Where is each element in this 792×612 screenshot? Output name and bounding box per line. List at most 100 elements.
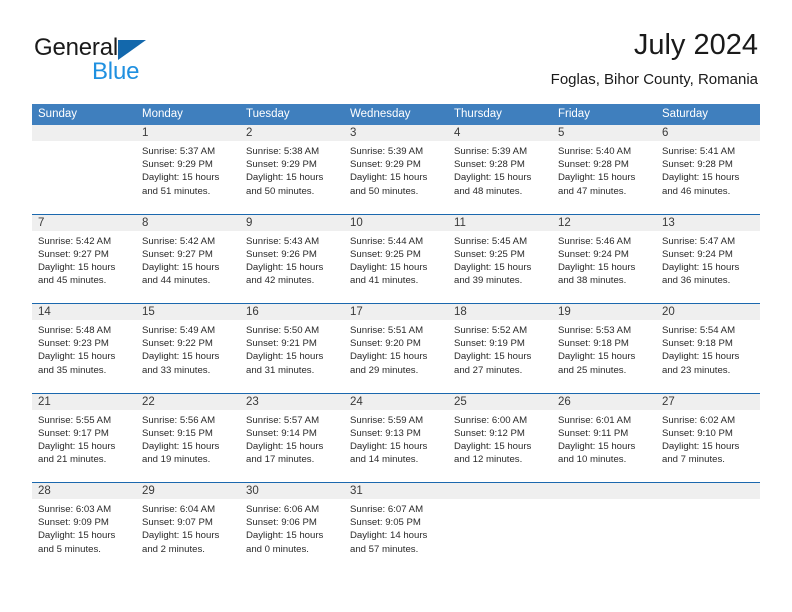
- week-cells: 21 Sunrise: 5:55 AM Sunset: 9:17 PM Dayligh…: [32, 393, 760, 482]
- day-cell[interactable]: 14 Sunrise: 5:48 AM Sunset: 9:23 PM Dayligh…: [32, 304, 136, 393]
- day-detail-line: Daylight: 15 hours: [350, 172, 428, 184]
- day-cell[interactable]: 16 Sunrise: 5:50 AM Sunset: 9:21 PM Dayligh…: [240, 304, 344, 393]
- day-details: Sunrise: 5:59 AM Sunset: 9:13 PM Daylight:…: [344, 410, 448, 467]
- day-cell[interactable]: 30 Sunrise: 6:06 AM Sunset: 9:06 PM Dayligh…: [240, 483, 344, 572]
- day-number: 20: [662, 306, 675, 318]
- day-number-band: 2: [240, 125, 344, 141]
- day-details: Sunrise: 5:47 AM Sunset: 9:24 PM Daylight:…: [656, 231, 760, 288]
- day-details: [448, 499, 552, 503]
- day-details: Sunrise: 5:37 AM Sunset: 9:29 PM Daylight:…: [136, 141, 240, 198]
- day-detail-line: Daylight: 15 hours: [454, 172, 532, 184]
- day-detail-line: Sunset: 9:25 PM: [350, 248, 421, 260]
- day-cell[interactable]: 5 Sunrise: 5:40 AM Sunset: 9:28 PM Daylight…: [552, 125, 656, 214]
- day-detail-line: Daylight: 15 hours: [142, 261, 220, 273]
- day-number: 24: [350, 395, 363, 408]
- day-cell[interactable]: 11 Sunrise: 5:45 AM Sunset: 9:25 PM Dayligh…: [448, 214, 552, 303]
- day-details: Sunrise: 5:49 AM Sunset: 9:22 PM Daylight:…: [136, 320, 240, 377]
- day-detail-line: Daylight: 15 hours: [662, 351, 740, 363]
- day-number: 2: [246, 127, 253, 139]
- day-cell[interactable]: 22 Sunrise: 5:56 AM Sunset: 9:15 PM Dayligh…: [136, 393, 240, 482]
- day-cell[interactable]: 23 Sunrise: 5:57 AM Sunset: 9:14 PM Dayligh…: [240, 393, 344, 482]
- day-detail-line: and 35 minutes.: [38, 364, 107, 376]
- page-subtitle: Foglas, Bihor County, Romania: [550, 71, 758, 88]
- day-cell[interactable]: 17 Sunrise: 5:51 AM Sunset: 9:20 PM Dayligh…: [344, 304, 448, 393]
- day-detail-line: and 10 minutes.: [558, 454, 627, 466]
- day-cell[interactable]: 21 Sunrise: 5:55 AM Sunset: 9:17 PM Dayligh…: [32, 393, 136, 482]
- day-cell[interactable]: 3 Sunrise: 5:39 AM Sunset: 9:29 PM Daylight…: [344, 125, 448, 214]
- day-detail-line: Sunrise: 5:51 AM: [350, 325, 424, 336]
- day-cell[interactable]: 6 Sunrise: 5:41 AM Sunset: 9:28 PM Daylight…: [656, 125, 760, 214]
- day-cell[interactable]: 24 Sunrise: 5:59 AM Sunset: 9:13 PM Dayligh…: [344, 393, 448, 482]
- day-details: Sunrise: 5:40 AM Sunset: 9:28 PM Daylight:…: [552, 141, 656, 198]
- day-detail-line: Sunrise: 5:42 AM: [38, 235, 112, 247]
- day-detail-line: Sunset: 9:23 PM: [38, 338, 109, 350]
- day-cell[interactable]: 28 Sunrise: 6:03 AM Sunset: 9:09 PM Dayligh…: [32, 483, 136, 572]
- day-detail-line: Daylight: 15 hours: [38, 530, 116, 542]
- day-cell[interactable]: 4 Sunrise: 5:39 AM Sunset: 9:28 PM Daylight…: [448, 125, 552, 214]
- day-detail-line: Sunset: 9:27 PM: [142, 248, 213, 260]
- day-number-band: 27: [656, 393, 760, 410]
- day-number-band: 16: [240, 304, 344, 320]
- day-number-band: [32, 125, 136, 141]
- day-detail-line: Daylight: 15 hours: [558, 261, 636, 273]
- day-cell[interactable]: 13 Sunrise: 5:47 AM Sunset: 9:24 PM Dayligh…: [656, 214, 760, 303]
- day-number: 13: [662, 216, 675, 229]
- day-detail-line: Daylight: 15 hours: [350, 440, 428, 452]
- day-cell[interactable]: 10 Sunrise: 5:44 AM Sunset: 9:25 PM Dayligh…: [344, 214, 448, 303]
- day-cell[interactable]: 7 Sunrise: 5:42 AM Sunset: 9:27 PM Daylight…: [32, 214, 136, 303]
- day-cell[interactable]: 31 Sunrise: 6:07 AM Sunset: 9:05 PM Dayligh…: [344, 483, 448, 572]
- day-cell[interactable]: 8 Sunrise: 5:42 AM Sunset: 9:27 PM Daylight…: [136, 214, 240, 303]
- day-detail-line: Sunset: 9:24 PM: [558, 248, 629, 260]
- day-detail-line: Sunset: 9:25 PM: [454, 248, 525, 260]
- day-detail-line: and 21 minutes.: [38, 454, 107, 466]
- day-cell[interactable]: 29 Sunrise: 6:04 AM Sunset: 9:07 PM Dayligh…: [136, 483, 240, 572]
- day-number-band: 11: [448, 214, 552, 231]
- day-cell[interactable]: 26 Sunrise: 6:01 AM Sunset: 9:11 PM Dayligh…: [552, 393, 656, 482]
- day-details: Sunrise: 6:01 AM Sunset: 9:11 PM Daylight:…: [552, 410, 656, 467]
- day-detail-line: and 31 minutes.: [246, 364, 315, 376]
- day-number: 16: [246, 306, 259, 318]
- day-detail-line: Daylight: 15 hours: [558, 172, 636, 184]
- day-number-band: 4: [448, 125, 552, 141]
- page-header: General Blue July 2024 Foglas, Bihor Cou…: [0, 0, 792, 104]
- day-cell[interactable]: 12 Sunrise: 5:46 AM Sunset: 9:24 PM Dayligh…: [552, 214, 656, 303]
- day-detail-line: Daylight: 15 hours: [246, 351, 324, 363]
- day-cell[interactable]: 2 Sunrise: 5:38 AM Sunset: 9:29 PM Daylight…: [240, 125, 344, 214]
- day-number: 30: [246, 485, 259, 497]
- day-number: 23: [246, 395, 259, 408]
- brand-logo[interactable]: General Blue: [34, 34, 174, 86]
- calendar-week-row: 21 Sunrise: 5:55 AM Sunset: 9:17 PM Dayligh…: [32, 392, 760, 482]
- day-cell[interactable]: 19 Sunrise: 5:53 AM Sunset: 9:18 PM Dayligh…: [552, 304, 656, 393]
- day-number: 25: [454, 395, 467, 408]
- day-detail-line: Daylight: 15 hours: [662, 172, 740, 184]
- day-number-band: 22: [136, 393, 240, 410]
- day-detail-line: Sunset: 9:05 PM: [350, 517, 421, 529]
- day-cell[interactable]: 1 Sunrise: 5:37 AM Sunset: 9:29 PM Daylight…: [136, 125, 240, 214]
- day-detail-line: Daylight: 15 hours: [246, 172, 324, 184]
- day-detail-line: Sunset: 9:29 PM: [350, 159, 421, 171]
- day-cell[interactable]: 25 Sunrise: 6:00 AM Sunset: 9:12 PM Dayligh…: [448, 393, 552, 482]
- day-detail-line: and 45 minutes.: [38, 275, 107, 287]
- day-cell[interactable]: 9 Sunrise: 5:43 AM Sunset: 9:26 PM Daylight…: [240, 214, 344, 303]
- day-detail-line: Sunset: 9:15 PM: [142, 427, 213, 439]
- day-number: 8: [142, 216, 149, 229]
- day-detail-line: Daylight: 15 hours: [246, 261, 324, 273]
- day-cell[interactable]: 18 Sunrise: 5:52 AM Sunset: 9:19 PM Dayligh…: [448, 304, 552, 393]
- day-details: Sunrise: 5:42 AM Sunset: 9:27 PM Daylight:…: [136, 231, 240, 288]
- day-cell[interactable]: 20 Sunrise: 5:54 AM Sunset: 9:18 PM Dayligh…: [656, 304, 760, 393]
- day-details: Sunrise: 5:55 AM Sunset: 9:17 PM Daylight:…: [32, 410, 136, 467]
- day-number: 27: [662, 395, 675, 408]
- day-details: Sunrise: 6:07 AM Sunset: 9:05 PM Daylight:…: [344, 499, 448, 556]
- week-cells: 1 Sunrise: 5:37 AM Sunset: 9:29 PM Daylight…: [32, 125, 760, 214]
- day-details: Sunrise: 5:41 AM Sunset: 9:28 PM Daylight:…: [656, 141, 760, 198]
- day-detail-line: and 51 minutes.: [142, 185, 211, 197]
- day-detail-line: Daylight: 15 hours: [662, 440, 740, 452]
- day-detail-line: Daylight: 15 hours: [662, 261, 740, 273]
- day-detail-line: and 14 minutes.: [350, 454, 419, 466]
- day-number-band: 12: [552, 214, 656, 231]
- day-detail-line: Daylight: 15 hours: [38, 351, 116, 363]
- day-detail-line: Daylight: 15 hours: [38, 440, 116, 452]
- day-detail-line: and 50 minutes.: [350, 185, 419, 197]
- day-cell[interactable]: 15 Sunrise: 5:49 AM Sunset: 9:22 PM Dayligh…: [136, 304, 240, 393]
- day-cell[interactable]: 27 Sunrise: 6:02 AM Sunset: 9:10 PM Dayligh…: [656, 393, 760, 482]
